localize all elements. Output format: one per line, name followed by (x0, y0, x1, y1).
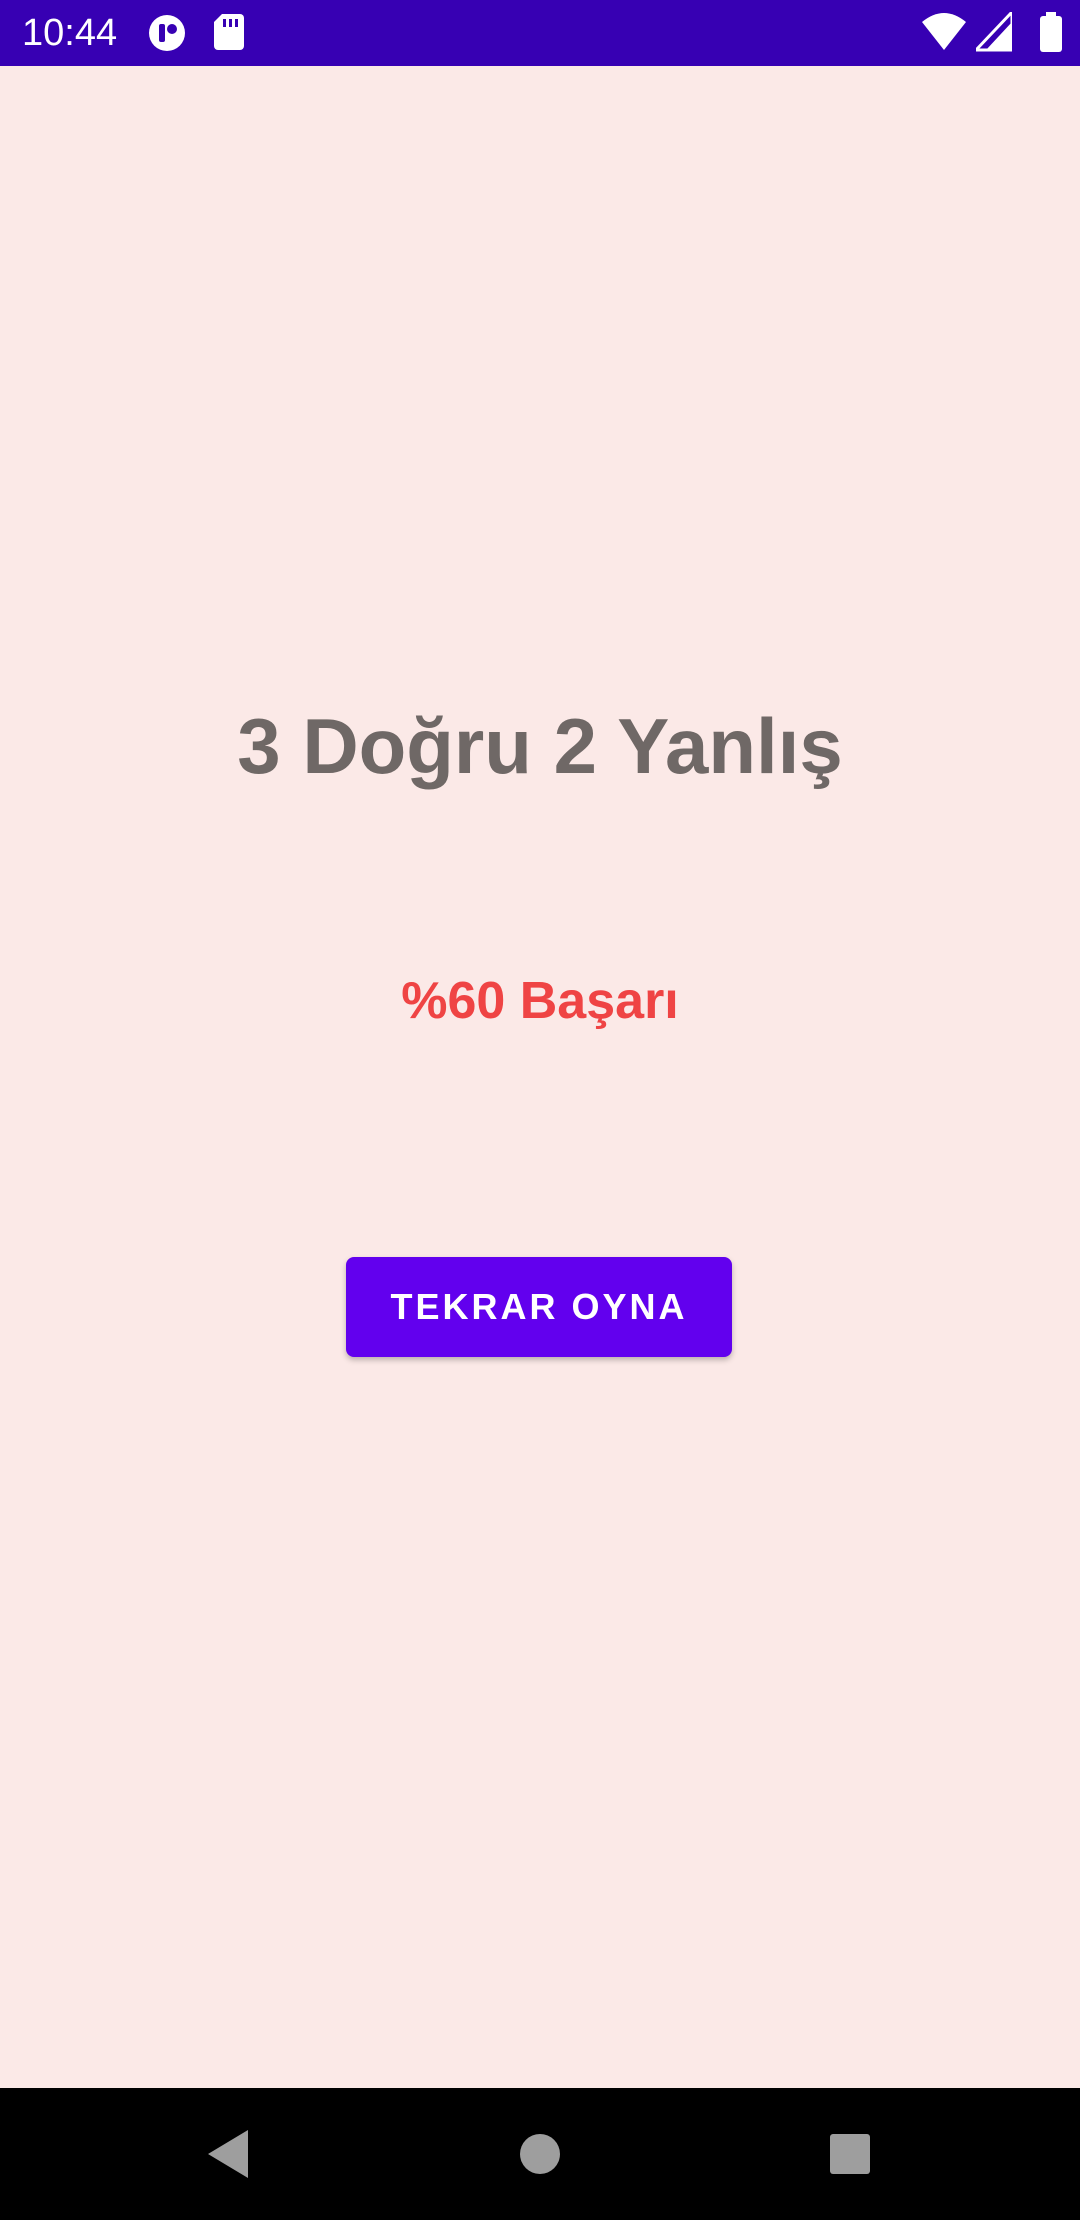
status-time: 10:44 (22, 12, 118, 54)
replay-button[interactable]: TEKRAR OYNA (346, 1257, 732, 1357)
back-icon[interactable] (204, 2128, 256, 2180)
cell-signal-icon (976, 12, 1012, 52)
status-bar: 10:44 (0, 0, 1080, 66)
battery-icon (1040, 12, 1062, 52)
navigation-bar (0, 2088, 1080, 2220)
result-screen: 3 Doğru 2 Yanlış %60 Başarı TEKRAR OYNA (0, 66, 1080, 2088)
sd-card-icon (214, 14, 252, 52)
notification-app-icon (148, 14, 186, 52)
recents-icon[interactable] (829, 2128, 881, 2180)
success-rate-text: %60 Başarı (401, 972, 679, 1030)
wifi-icon (922, 13, 966, 50)
score-title: 3 Doğru 2 Yanlış (237, 702, 843, 790)
home-icon[interactable] (519, 2128, 571, 2180)
